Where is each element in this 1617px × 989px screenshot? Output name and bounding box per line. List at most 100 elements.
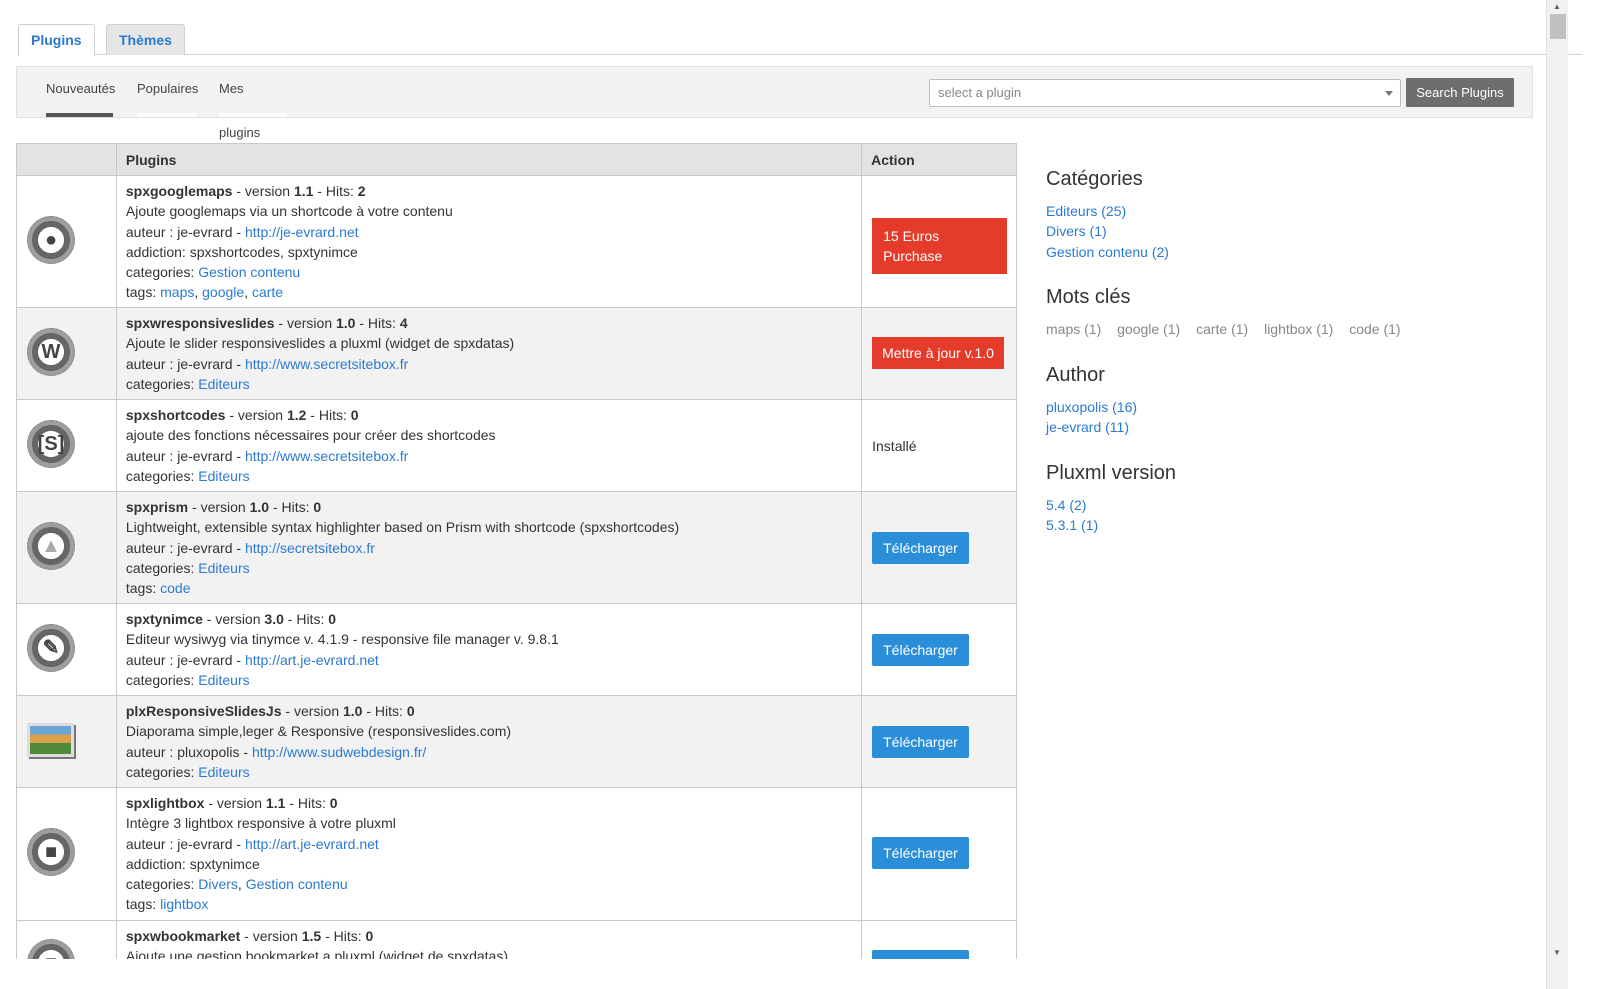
category-link[interactable]: Gestion contenu [198,264,300,280]
subnav-underline [46,113,113,117]
plugin-author: je-evrard [177,355,233,372]
plugin-icon-cell: ■ [16,787,117,921]
tag-link[interactable]: lightbox [160,896,208,912]
download-button[interactable]: Télécharger [872,634,969,666]
hits-label: Hits: [318,407,347,423]
plugin-name: plxResponsiveSlidesJs [125,703,282,719]
author-filter-link[interactable]: pluxopolis (16) [1046,399,1137,415]
category-link[interactable]: Editeurs [198,672,249,688]
plugin-url-link[interactable]: http://art.je-evrard.net [245,836,379,852]
plugins-table: Plugins Action ● spxgooglemaps - version… [16,143,1017,987]
hits-label: Hits: [333,928,362,944]
version-label: version [200,499,246,515]
subnav-populaires[interactable]: Populaires [137,67,199,117]
subnav-underline [219,113,287,117]
subnav-label: Populaires [137,81,199,96]
plugin-action-cell: Télécharger [861,491,1017,604]
plugin-version: 1.0 [336,315,356,331]
tab-plugins[interactable]: Plugins [18,24,95,56]
category-link[interactable]: Editeurs [198,560,249,576]
scrollbar-thumb[interactable] [1550,14,1566,39]
category-link[interactable]: Divers [198,876,238,892]
hits-label: Hits: [281,499,310,515]
keyword-link[interactable]: carte (1) [1196,321,1248,337]
version-label: version [293,703,340,719]
plugin-select[interactable]: select a plugin [929,79,1401,107]
scroll-up-icon[interactable]: ▲ [1553,2,1561,11]
table-row: ■ spxlightbox - version 1.1 - Hits: 0 In… [16,787,1017,921]
chevron-down-icon [1385,91,1393,96]
category-link[interactable]: Editeurs [198,764,249,780]
plugin-action-cell: Télécharger [861,695,1017,788]
plugin-icon-cell: W [16,307,117,400]
tag-link[interactable]: google [202,284,244,300]
download-button[interactable]: Télécharger [872,532,969,564]
plugin-version: 1.0 [343,703,363,719]
lightbox-icon: ■ [27,828,75,876]
plugin-description: Ajoute le slider responsiveslides a plux… [125,335,515,352]
author-label: auteur : [125,835,174,852]
plugin-author: je-evrard [177,539,233,556]
version-label: version [244,183,291,199]
category-link[interactable]: Editeurs [198,468,249,484]
keyword-link[interactable]: code (1) [1349,321,1400,337]
plugin-url-link[interactable]: http://secretsitebox.fr [245,540,375,556]
update-button[interactable]: Mettre à jour v.1.0 [872,337,1004,369]
category-link[interactable]: Editeurs [198,376,249,392]
plugin-author: je-evrard [177,651,233,668]
plugin-description: Ajoute googlemaps via un shortcode à vot… [125,203,453,220]
plugin-info: plxResponsiveSlidesJs - version 1.0 - Hi… [115,695,863,788]
plugin-info: spxgooglemaps - version 1.1 - Hits: 2 Aj… [115,175,863,308]
categories-label: categories: [125,876,195,893]
table-row: ▲ spxprism - version 1.0 - Hits: 0 Light… [16,491,1017,604]
tag-link[interactable]: maps [160,284,194,300]
category-filter-link[interactable]: Gestion contenu (2) [1046,244,1169,260]
author-label: auteur : [125,355,174,372]
download-button[interactable]: Télécharger [872,837,969,869]
tag-link[interactable]: code [160,580,190,596]
download-button[interactable]: Télécharger [872,726,969,758]
keyword-link[interactable]: google (1) [1117,321,1180,337]
subnav-mes-plugins[interactable]: Mes plugins [219,67,287,140]
plugin-info: spxwresponsiveslides - version 1.0 - Hit… [115,307,863,400]
scroll-down-icon[interactable]: ▼ [1553,948,1561,957]
subnav-nouveautes[interactable]: Nouveautés [46,67,115,117]
version-filter-link[interactable]: 5.4 (2) [1046,497,1086,513]
pluxml-version-list: 5.4 (2) 5.3.1 (1) [1046,495,1526,536]
plugin-addiction: spxshortcodes, spxtynimce [189,243,358,260]
keyword-link[interactable]: maps (1) [1046,321,1101,337]
keyword-link[interactable]: lightbox (1) [1264,321,1333,337]
plugin-url-link[interactable]: http://je-evrard.net [245,224,359,240]
plugin-name: spxlightbox [125,795,205,811]
version-filter-link[interactable]: 5.3.1 (1) [1046,517,1098,533]
plugin-name: spxwresponsiveslides [125,315,275,331]
tag-link[interactable]: carte [252,284,283,300]
plugin-url-link[interactable]: http://www.secretsitebox.fr [245,356,408,372]
slider-widget-icon: W [27,328,75,376]
category-filter-link[interactable]: Editeurs (25) [1046,203,1126,219]
plugin-description: Editeur wysiwyg via tinymce v. 4.1.9 - r… [125,631,559,648]
plugin-action-cell: Installé [861,399,1017,492]
plugin-url-link[interactable]: http://www.sudwebdesign.fr/ [252,744,426,760]
column-header-plugins: Plugins [115,143,863,176]
tab-themes[interactable]: Thèmes [106,24,185,55]
category-filter-link[interactable]: Divers (1) [1046,223,1107,239]
vertical-scrollbar[interactable]: ▲ ▼ [1546,0,1568,989]
purchase-button[interactable]: 15 Euros Purchase [872,218,1008,274]
search-plugins-button[interactable]: Search Plugins [1406,78,1514,107]
plugin-version: 1.0 [249,499,270,515]
author-label: auteur : [125,743,174,760]
plugin-hits: 0 [350,407,359,423]
plugin-url-link[interactable]: http://www.secretsitebox.fr [245,448,408,464]
plugin-url-link[interactable]: http://art.je-evrard.net [245,652,379,668]
table-row: ● spxgooglemaps - version 1.1 - Hits: 2 … [16,175,1017,308]
category-link[interactable]: Gestion contenu [246,876,348,892]
author-filter-link[interactable]: je-evrard (11) [1046,419,1129,435]
plugin-description: Intègre 3 lightbox responsive à votre pl… [125,815,396,832]
page-bottom-strip [0,959,1617,989]
author-label: auteur : [125,539,174,556]
tags-label: tags: [125,284,157,301]
tags-label: tags: [125,580,157,597]
plugin-name: spxgooglemaps [125,183,233,199]
categories-label: categories: [125,763,195,780]
